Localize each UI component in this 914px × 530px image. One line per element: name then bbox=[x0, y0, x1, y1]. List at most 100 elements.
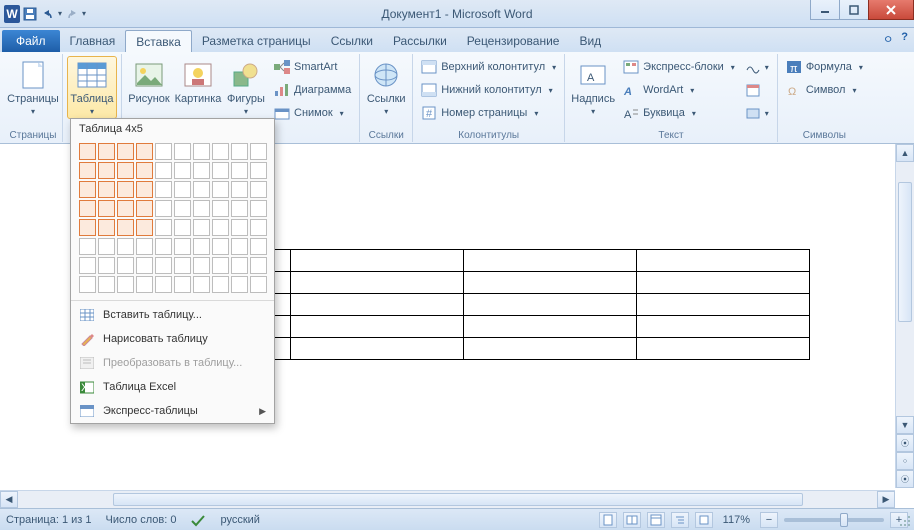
undo-icon[interactable] bbox=[40, 6, 56, 22]
footer-button[interactable]: Нижний колонтитул▾ bbox=[417, 79, 560, 101]
grid-cell[interactable] bbox=[212, 162, 229, 179]
outline-view-icon[interactable] bbox=[671, 512, 689, 528]
grid-cell[interactable] bbox=[117, 238, 134, 255]
grid-cell[interactable] bbox=[136, 143, 153, 160]
tab-pagelayout[interactable]: Разметка страницы bbox=[192, 30, 321, 52]
excel-table-item[interactable]: XТаблица Excel bbox=[71, 375, 274, 399]
symbol-button[interactable]: ΩСимвол▾ bbox=[782, 79, 867, 101]
scroll-thumb[interactable] bbox=[898, 182, 912, 322]
table-cell[interactable] bbox=[291, 272, 464, 294]
pages-button[interactable]: Страницы ▾ bbox=[8, 56, 58, 119]
grid-cell[interactable] bbox=[79, 238, 96, 255]
grid-cell[interactable] bbox=[250, 200, 267, 217]
tab-home[interactable]: Главная bbox=[60, 30, 126, 52]
grid-cell[interactable] bbox=[79, 219, 96, 236]
grid-cell[interactable] bbox=[117, 276, 134, 293]
pagenumber-button[interactable]: #Номер страницы▾ bbox=[417, 102, 560, 124]
table-cell[interactable] bbox=[464, 294, 637, 316]
grid-cell[interactable] bbox=[250, 219, 267, 236]
browse-object-icon[interactable]: ○ bbox=[896, 452, 914, 470]
tab-view[interactable]: Вид bbox=[569, 30, 611, 52]
grid-cell[interactable] bbox=[98, 181, 115, 198]
grid-cell[interactable] bbox=[98, 200, 115, 217]
zoom-slider[interactable] bbox=[784, 518, 884, 522]
grid-cell[interactable] bbox=[231, 143, 248, 160]
grid-cell[interactable] bbox=[136, 276, 153, 293]
grid-cell[interactable] bbox=[155, 181, 172, 198]
vertical-scrollbar[interactable]: ▲ ▼ ⦿ ○ ⦿ bbox=[895, 144, 914, 488]
grid-cell[interactable] bbox=[117, 143, 134, 160]
grid-cell[interactable] bbox=[79, 200, 96, 217]
grid-cell[interactable] bbox=[212, 181, 229, 198]
grid-cell[interactable] bbox=[155, 257, 172, 274]
grid-cell[interactable] bbox=[231, 238, 248, 255]
grid-cell[interactable] bbox=[98, 219, 115, 236]
scroll-up-icon[interactable]: ▲ bbox=[896, 144, 914, 162]
grid-cell[interactable] bbox=[155, 238, 172, 255]
table-cell[interactable] bbox=[291, 294, 464, 316]
fullscreen-view-icon[interactable] bbox=[623, 512, 641, 528]
grid-cell[interactable] bbox=[193, 276, 210, 293]
table-cell[interactable] bbox=[291, 250, 464, 272]
grid-cell[interactable] bbox=[155, 200, 172, 217]
grid-cell[interactable] bbox=[174, 200, 191, 217]
minimize-button[interactable] bbox=[810, 0, 840, 20]
grid-cell[interactable] bbox=[212, 238, 229, 255]
tab-references[interactable]: Ссылки bbox=[321, 30, 383, 52]
grid-cell[interactable] bbox=[193, 238, 210, 255]
zoom-level[interactable]: 117% bbox=[723, 514, 750, 526]
smartart-button[interactable]: SmartArt bbox=[270, 56, 355, 78]
grid-cell[interactable] bbox=[98, 143, 115, 160]
insert-table-item[interactable]: Вставить таблицу... bbox=[71, 303, 274, 327]
prev-page-icon[interactable]: ⦿ bbox=[896, 434, 914, 452]
grid-cell[interactable] bbox=[79, 162, 96, 179]
next-page-icon[interactable]: ⦿ bbox=[896, 470, 914, 488]
grid-cell[interactable] bbox=[174, 276, 191, 293]
grid-cell[interactable] bbox=[193, 143, 210, 160]
table-button[interactable]: Таблица ▾ bbox=[67, 56, 117, 119]
picture-button[interactable]: Рисунок bbox=[126, 56, 172, 108]
grid-cell[interactable] bbox=[231, 162, 248, 179]
web-layout-view-icon[interactable] bbox=[647, 512, 665, 528]
shapes-button[interactable]: Фигуры ▾ bbox=[224, 56, 268, 119]
grid-cell[interactable] bbox=[155, 219, 172, 236]
table-cell[interactable] bbox=[464, 316, 637, 338]
grid-cell[interactable] bbox=[231, 181, 248, 198]
grid-cell[interactable] bbox=[250, 238, 267, 255]
datetime-button[interactable] bbox=[741, 79, 773, 101]
grid-cell[interactable] bbox=[231, 276, 248, 293]
grid-cell[interactable] bbox=[155, 143, 172, 160]
table-cell[interactable] bbox=[637, 294, 810, 316]
grid-cell[interactable] bbox=[98, 276, 115, 293]
clipart-button[interactable]: Картинка bbox=[174, 56, 222, 108]
grid-cell[interactable] bbox=[231, 200, 248, 217]
tab-mailings[interactable]: Рассылки bbox=[383, 30, 457, 52]
screenshot-button[interactable]: Снимок▾ bbox=[270, 102, 355, 124]
grid-cell[interactable] bbox=[79, 181, 96, 198]
grid-cell[interactable] bbox=[250, 162, 267, 179]
grid-cell[interactable] bbox=[174, 219, 191, 236]
grid-cell[interactable] bbox=[117, 219, 134, 236]
table-cell[interactable] bbox=[637, 272, 810, 294]
page-status[interactable]: Страница: 1 из 1 bbox=[6, 514, 92, 526]
table-cell[interactable] bbox=[464, 250, 637, 272]
table-cell[interactable] bbox=[464, 272, 637, 294]
redo-icon[interactable] bbox=[64, 6, 80, 22]
grid-cell[interactable] bbox=[98, 162, 115, 179]
grid-cell[interactable] bbox=[231, 257, 248, 274]
word-count[interactable]: Число слов: 0 bbox=[106, 514, 177, 526]
grid-cell[interactable] bbox=[212, 219, 229, 236]
scroll-left-icon[interactable]: ◀ bbox=[0, 491, 18, 508]
maximize-button[interactable] bbox=[839, 0, 869, 20]
print-layout-view-icon[interactable] bbox=[599, 512, 617, 528]
grid-cell[interactable] bbox=[193, 257, 210, 274]
grid-cell[interactable] bbox=[231, 219, 248, 236]
grid-cell[interactable] bbox=[250, 143, 267, 160]
grid-cell[interactable] bbox=[136, 238, 153, 255]
links-button[interactable]: Ссылки ▾ bbox=[364, 56, 408, 119]
minimize-ribbon-icon[interactable]: ㅇ bbox=[883, 31, 893, 47]
grid-cell[interactable] bbox=[212, 276, 229, 293]
scroll-right-icon[interactable]: ▶ bbox=[877, 491, 895, 508]
grid-cell[interactable] bbox=[79, 143, 96, 160]
grid-cell[interactable] bbox=[117, 162, 134, 179]
